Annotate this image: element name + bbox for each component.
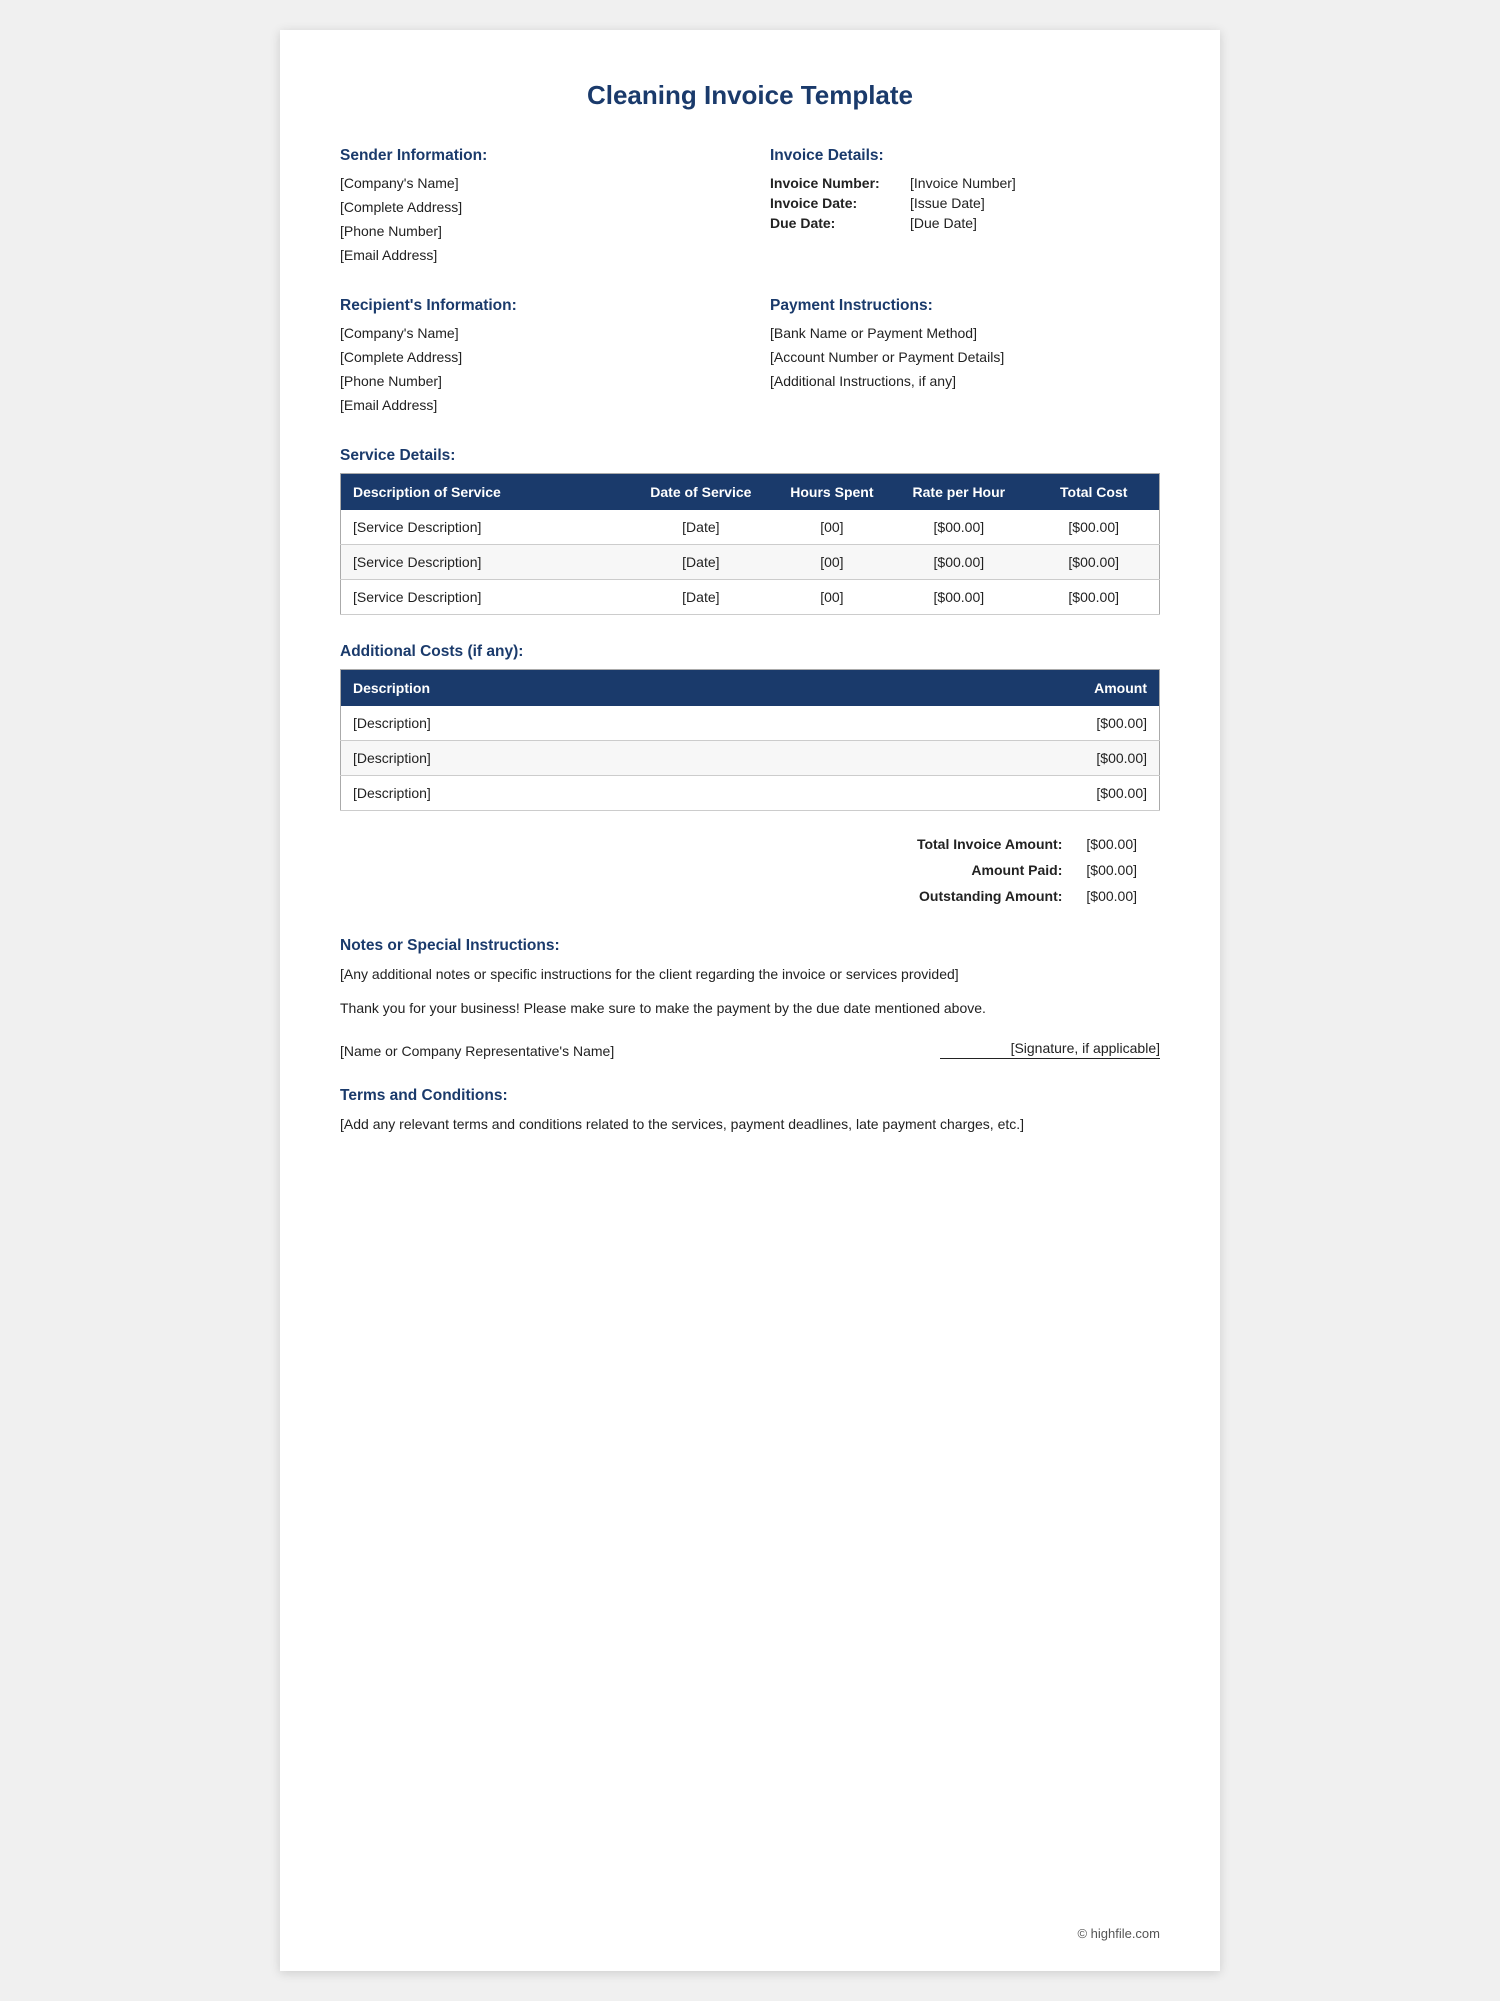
terms-section: Terms and Conditions: [Add any relevant … (340, 1087, 1160, 1135)
service-desc-1: [Service Description] (341, 545, 628, 580)
recipient-email: [Email Address] (340, 395, 730, 416)
additional-desc-2: [Description] (341, 776, 1037, 811)
outstanding-label: Outstanding Amount: (880, 883, 1074, 909)
service-total-1: [$00.00] (1028, 545, 1159, 580)
recipient-payment-row: Recipient's Information: [Company's Name… (340, 297, 1160, 419)
recipient-col: Recipient's Information: [Company's Name… (340, 297, 760, 419)
terms-text: [Add any relevant terms and conditions r… (340, 1113, 1160, 1135)
outstanding-value: [$00.00] (1074, 883, 1160, 909)
service-date-2: [Date] (627, 580, 774, 615)
invoice-details-col: Invoice Details: Invoice Number: [Invoic… (760, 147, 1160, 269)
additional-desc-1: [Description] (341, 741, 1037, 776)
additional-col-amount: Amount (1037, 670, 1160, 707)
terms-title: Terms and Conditions: (340, 1087, 1160, 1105)
signature-row: [Name or Company Representative's Name] … (340, 1040, 1160, 1059)
service-table: Description of Service Date of Service H… (340, 473, 1160, 615)
sender-phone: [Phone Number] (340, 221, 730, 242)
payment-additional: [Additional Instructions, if any] (770, 371, 1160, 392)
service-rate-1: [$00.00] (889, 545, 1028, 580)
service-details-title: Service Details: (340, 447, 1160, 465)
sender-col: Sender Information: [Company's Name] [Co… (340, 147, 760, 269)
invoice-number-value: [Invoice Number] (910, 173, 1160, 193)
thank-you-text: Thank you for your business! Please make… (340, 997, 1160, 1019)
recipient-company: [Company's Name] (340, 323, 730, 344)
service-col-rate: Rate per Hour (889, 474, 1028, 511)
invoice-date-label: Invoice Date: (770, 193, 910, 213)
sender-address: [Complete Address] (340, 197, 730, 218)
payment-account: [Account Number or Payment Details] (770, 347, 1160, 368)
totals-section: Total Invoice Amount: [$00.00] Amount Pa… (340, 831, 1160, 909)
signature-name: [Name or Company Representative's Name] (340, 1043, 614, 1059)
service-total-2: [$00.00] (1028, 580, 1159, 615)
amount-paid-value: [$00.00] (1074, 857, 1160, 883)
due-date-label: Due Date: (770, 213, 910, 233)
additional-table-row: [Description] [$00.00] (341, 706, 1160, 741)
recipient-address: [Complete Address] (340, 347, 730, 368)
footer: © highfile.com (1077, 1926, 1160, 1941)
invoice-date-value: [Issue Date] (910, 193, 1160, 213)
sender-email: [Email Address] (340, 245, 730, 266)
invoice-number-label: Invoice Number: (770, 173, 910, 193)
service-hours-1: [00] (775, 545, 890, 580)
invoice-details-table: Invoice Number: [Invoice Number] Invoice… (770, 173, 1160, 233)
service-date-0: [Date] (627, 510, 774, 545)
sender-invoice-row: Sender Information: [Company's Name] [Co… (340, 147, 1160, 269)
service-col-description: Description of Service (341, 474, 628, 511)
page-title: Cleaning Invoice Template (340, 80, 1160, 111)
payment-col: Payment Instructions: [Bank Name or Paym… (760, 297, 1160, 419)
service-details-section: Service Details: Description of Service … (340, 447, 1160, 615)
notes-title: Notes or Special Instructions: (340, 937, 1160, 955)
additional-amount-2: [$00.00] (1037, 776, 1160, 811)
service-hours-2: [00] (775, 580, 890, 615)
additional-table-row: [Description] [$00.00] (341, 741, 1160, 776)
total-invoice-value: [$00.00] (1074, 831, 1160, 857)
service-table-row: [Service Description] [Date] [00] [$00.0… (341, 545, 1160, 580)
sender-title: Sender Information: (340, 147, 730, 165)
service-rate-0: [$00.00] (889, 510, 1028, 545)
additional-costs-section: Additional Costs (if any): Description A… (340, 643, 1160, 811)
service-desc-0: [Service Description] (341, 510, 628, 545)
service-desc-2: [Service Description] (341, 580, 628, 615)
notes-text: [Any additional notes or specific instru… (340, 963, 1160, 985)
service-col-date: Date of Service (627, 474, 774, 511)
total-invoice-label: Total Invoice Amount: (880, 831, 1074, 857)
recipient-phone: [Phone Number] (340, 371, 730, 392)
additional-table: Description Amount [Description] [$00.00… (340, 669, 1160, 811)
recipient-title: Recipient's Information: (340, 297, 730, 315)
additional-table-row: [Description] [$00.00] (341, 776, 1160, 811)
additional-amount-0: [$00.00] (1037, 706, 1160, 741)
service-col-total: Total Cost (1028, 474, 1159, 511)
signature-value: [Signature, if applicable] (940, 1040, 1160, 1059)
invoice-details-title: Invoice Details: (770, 147, 1160, 165)
amount-paid-label: Amount Paid: (880, 857, 1074, 883)
service-table-row: [Service Description] [Date] [00] [$00.0… (341, 510, 1160, 545)
payment-title: Payment Instructions: (770, 297, 1160, 315)
additional-amount-1: [$00.00] (1037, 741, 1160, 776)
additional-costs-title: Additional Costs (if any): (340, 643, 1160, 661)
service-hours-0: [00] (775, 510, 890, 545)
sender-company: [Company's Name] (340, 173, 730, 194)
due-date-value: [Due Date] (910, 213, 1160, 233)
additional-desc-0: [Description] (341, 706, 1037, 741)
totals-table: Total Invoice Amount: [$00.00] Amount Pa… (880, 831, 1160, 909)
service-table-row: [Service Description] [Date] [00] [$00.0… (341, 580, 1160, 615)
payment-bank: [Bank Name or Payment Method] (770, 323, 1160, 344)
service-rate-2: [$00.00] (889, 580, 1028, 615)
service-total-0: [$00.00] (1028, 510, 1159, 545)
notes-section: Notes or Special Instructions: [Any addi… (340, 937, 1160, 1020)
invoice-page: Cleaning Invoice Template Sender Informa… (280, 30, 1220, 1971)
service-date-1: [Date] (627, 545, 774, 580)
service-col-hours: Hours Spent (775, 474, 890, 511)
additional-col-description: Description (341, 670, 1037, 707)
